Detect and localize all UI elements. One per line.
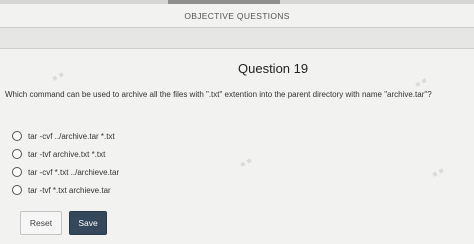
save-button[interactable]: Save [69, 211, 107, 235]
radio-button[interactable] [12, 131, 22, 141]
radio-button[interactable] [12, 167, 22, 177]
top-bar [0, 0, 474, 4]
radio-button[interactable] [12, 149, 22, 159]
option-label: tar -cvf ../archive.tar *.txt [28, 131, 115, 141]
answer-option[interactable]: tar -cvf *.txt ../archieve.tar [12, 163, 119, 181]
header-band [0, 27, 474, 49]
answer-option[interactable]: tar -tvf *.txt archieve.tar [12, 181, 119, 199]
option-label: tar -cvf *.txt ../archieve.tar [28, 167, 120, 177]
answer-option[interactable]: tar -cvf ../archive.tar *.txt [12, 127, 119, 145]
option-label: tar -tvf archive.txt *.txt [28, 149, 106, 159]
reset-button[interactable]: Reset [20, 211, 62, 235]
option-label: tar -tvf *.txt archieve.tar [28, 185, 111, 195]
watermark: ■ ■ [50, 69, 66, 84]
answer-options: tar -cvf ../archive.tar *.txt tar -tvf a… [12, 127, 119, 199]
active-tab-indicator [168, 0, 280, 4]
watermark: ■ ■ [413, 75, 429, 90]
watermark: ■ ■ [238, 155, 254, 170]
answer-option[interactable]: tar -tvf archive.txt *.txt [12, 145, 119, 163]
watermark: ■ ■ [430, 165, 446, 180]
question-title: Question 19 [238, 61, 309, 76]
question-text: Which command can be used to archive all… [5, 90, 432, 99]
section-title: OBJECTIVE QUESTIONS [184, 11, 290, 21]
radio-button[interactable] [12, 185, 22, 195]
